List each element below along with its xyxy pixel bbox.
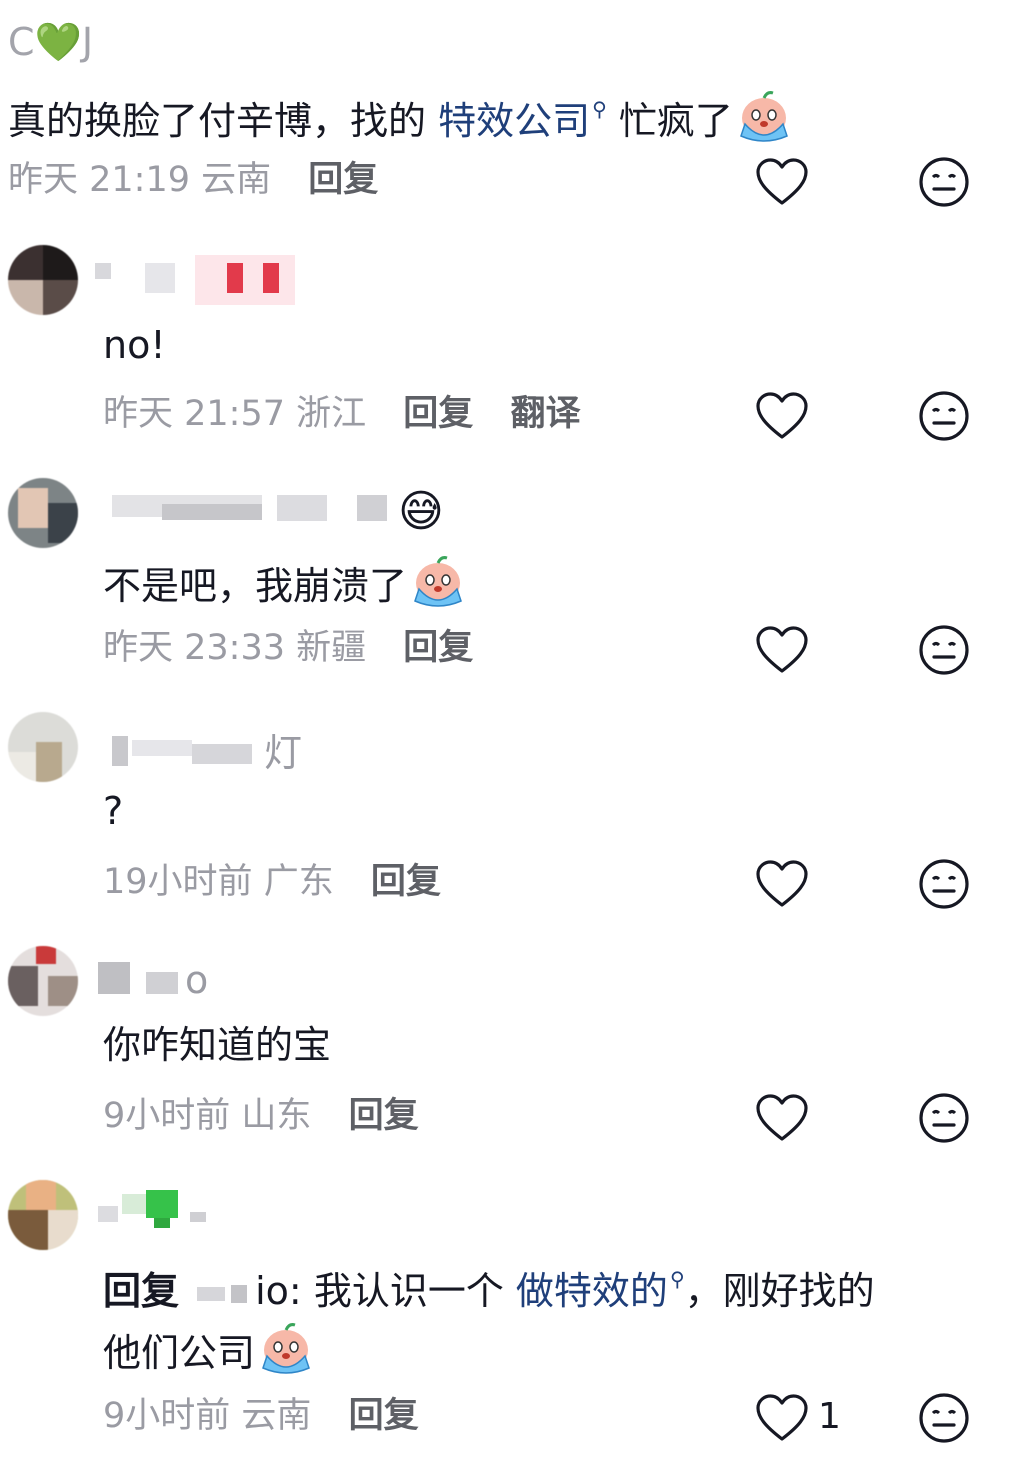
comment-meta: 9小时前 云南 回复 <box>103 1394 419 1438</box>
search-link[interactable]: 特效公司 ⚲ <box>438 97 607 143</box>
reply-button[interactable]: 回复 <box>403 628 473 668</box>
comment-time: 19小时前 <box>103 862 253 902</box>
crying-emoji-icon <box>411 553 465 607</box>
comment-meta: 昨天 21:57 浙江 回复 翻译 <box>103 392 580 436</box>
comment-location: 浙江 <box>296 394 367 434</box>
comment-meta: 昨天 21:19 云南 回复 <box>8 158 378 202</box>
magnifier-icon: ⚲ <box>669 1267 685 1291</box>
reply-button[interactable]: 回复 <box>308 160 378 200</box>
avatar[interactable] <box>8 1180 78 1250</box>
sweat-smile-emoji-icon: 😅 <box>398 486 444 537</box>
heart-outline-icon[interactable] <box>755 859 809 909</box>
reply-prefix: 回复 <box>103 1269 180 1313</box>
comment-location: 云南 <box>241 1396 312 1436</box>
crying-emoji-icon <box>737 88 791 142</box>
reply-target-pixelated[interactable] <box>191 1281 255 1307</box>
comment-text: no! <box>103 323 166 367</box>
comment-location: 云南 <box>201 160 272 200</box>
comment-location: 新疆 <box>296 628 367 668</box>
neutral-face-icon[interactable] <box>918 1392 970 1444</box>
username-pixelated[interactable] <box>112 490 402 534</box>
comment-meta: 9小时前 山东 回复 <box>103 1094 419 1138</box>
heart-outline-icon[interactable] <box>755 157 809 207</box>
search-link[interactable]: 做特效的 ⚲ <box>516 1267 685 1313</box>
username-pixelated[interactable] <box>98 962 188 1006</box>
comment-time: 9小时前 <box>103 1096 231 1136</box>
comment-time: 9小时前 <box>103 1396 231 1436</box>
comment-meta: 19小时前 广东 回复 <box>103 860 441 904</box>
avatar[interactable] <box>8 245 78 315</box>
heart-outline-icon[interactable] <box>755 1093 809 1143</box>
comment-time: 昨天 23:33 <box>103 628 285 668</box>
comment-meta: 昨天 23:33 新疆 回复 <box>103 626 473 670</box>
avatar[interactable] <box>8 712 78 782</box>
username-visible[interactable]: o <box>185 958 208 1002</box>
comment-location: 山东 <box>241 1096 312 1136</box>
neutral-face-icon[interactable] <box>918 156 970 208</box>
comment-time: 昨天 21:57 <box>103 394 285 434</box>
reply-target-visible[interactable]: io: <box>255 1269 302 1313</box>
heart-outline-icon[interactable] <box>755 625 809 675</box>
like-count: 1 <box>818 1396 841 1437</box>
comment-text: 不是吧，我崩溃了 <box>103 553 465 611</box>
comment-text: 你咋知道的宝 <box>103 1023 332 1067</box>
comment-time: 昨天 21:19 <box>8 160 190 200</box>
neutral-face-icon[interactable] <box>918 1092 970 1144</box>
comment-location: 广东 <box>263 862 334 902</box>
avatar[interactable] <box>8 946 78 1016</box>
magnifier-icon: ⚲ <box>592 97 607 121</box>
translate-button[interactable]: 翻译 <box>510 394 580 434</box>
heart-outline-icon[interactable] <box>755 1393 809 1443</box>
comment-text: 真的换脸了付辛博，找的 特效公司 ⚲ 忙疯了 <box>8 84 791 146</box>
username-pixelated[interactable] <box>95 255 295 305</box>
comment-username[interactable]: C💚J <box>8 20 93 65</box>
crying-emoji-icon <box>259 1320 313 1374</box>
username-pixelated[interactable] <box>98 1190 218 1234</box>
reply-button[interactable]: 回复 <box>349 1096 419 1136</box>
neutral-face-icon[interactable] <box>918 624 970 676</box>
neutral-face-icon[interactable] <box>918 390 970 442</box>
reply-button[interactable]: 回复 <box>403 394 473 434</box>
comment-text-line2: 他们公司 <box>103 1320 313 1378</box>
heart-outline-icon[interactable] <box>755 391 809 441</box>
avatar[interactable] <box>8 478 78 548</box>
reply-button[interactable]: 回复 <box>371 862 441 902</box>
reply-button[interactable]: 回复 <box>349 1396 419 1436</box>
comment-text: 回复 io: 我认识一个 做特效的 ⚲，刚好找的 <box>103 1267 875 1313</box>
neutral-face-icon[interactable] <box>918 858 970 910</box>
comment-text: ? <box>103 789 124 833</box>
username-visible[interactable]: 灯 <box>264 722 302 777</box>
